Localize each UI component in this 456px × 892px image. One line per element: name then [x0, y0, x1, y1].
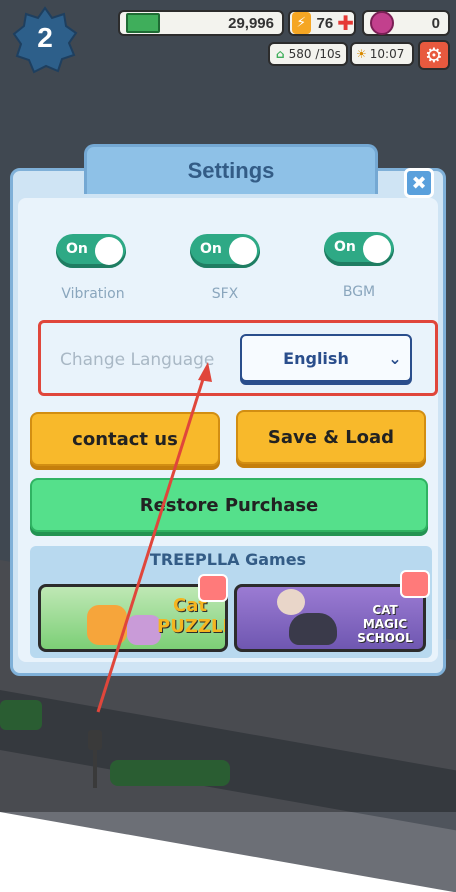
toggle-state-label: On — [334, 239, 356, 255]
gear-icon: ⚙ — [425, 43, 443, 67]
plus-icon[interactable]: ✚ — [337, 11, 354, 35]
sun-icon: ☀ — [356, 47, 367, 61]
gem-icon — [370, 11, 394, 35]
character-illustration — [277, 589, 305, 615]
cash-icon — [126, 13, 160, 33]
chevron-down-icon: ⌄ — [388, 348, 402, 368]
toggle-knob — [363, 235, 391, 263]
sfx-toggle[interactable]: On — [190, 234, 260, 268]
sfx-label: SFX — [211, 286, 239, 302]
settings-gear-button[interactable]: ⚙ — [418, 40, 450, 70]
contact-us-button[interactable]: contact us — [30, 412, 220, 466]
game-card-cat-magic-school[interactable]: CAT MAGIC SCHOOL — [234, 584, 426, 652]
time-indicator[interactable]: ☀ 10:07 — [350, 42, 414, 66]
toggle-knob — [95, 237, 123, 265]
change-language-label: Change Language — [60, 350, 215, 370]
bgm-label: BGM — [342, 284, 376, 300]
income-value: 580 /10s — [288, 47, 341, 61]
cash-value: 29,996 — [228, 14, 274, 32]
cauldron-illustration — [289, 613, 337, 645]
save-load-button[interactable]: Save & Load — [236, 410, 426, 464]
language-value: English — [283, 348, 349, 368]
income-icon: ⌂ — [276, 47, 285, 61]
gift-icon — [198, 574, 228, 602]
close-button[interactable]: ✖ — [404, 168, 434, 198]
gem-counter[interactable]: 0 — [362, 10, 450, 36]
energy-counter[interactable]: ⚡ 76 ✚ — [288, 10, 356, 36]
lightning-icon: ⚡ — [292, 12, 311, 34]
income-indicator[interactable]: ⌂ 580 /10s — [268, 42, 348, 66]
bgm-toggle[interactable]: On — [324, 232, 394, 266]
vibration-toggle[interactable]: On — [56, 234, 126, 268]
settings-title-tab: Settings — [84, 144, 378, 194]
street-lamp-pole — [93, 748, 97, 788]
close-icon: ✖ — [411, 172, 427, 194]
cat-illustration — [87, 605, 127, 645]
cat-magic-school-logo: CAT MAGIC SCHOOL — [357, 603, 413, 645]
settings-title: Settings — [187, 157, 275, 183]
cat-illustration — [127, 615, 161, 645]
games-title: TREEPLLA Games — [149, 550, 307, 569]
toggle-state-label: On — [66, 241, 88, 257]
gift-icon — [400, 570, 430, 598]
restore-purchase-button[interactable]: Restore Purchase — [30, 478, 428, 532]
toggle-knob — [229, 237, 257, 265]
gem-value: 0 — [431, 14, 440, 32]
toggle-state-label: On — [200, 241, 222, 257]
vibration-label: Vibration — [61, 286, 125, 302]
energy-value: 76 — [316, 14, 334, 32]
time-value: 10:07 — [369, 47, 405, 61]
street-lamp — [88, 730, 102, 750]
cash-counter[interactable]: 29,996 — [118, 10, 284, 36]
level-number: 2 — [37, 22, 53, 53]
level-badge: 2 — [12, 6, 78, 76]
language-select[interactable]: English ⌄ — [240, 334, 412, 382]
